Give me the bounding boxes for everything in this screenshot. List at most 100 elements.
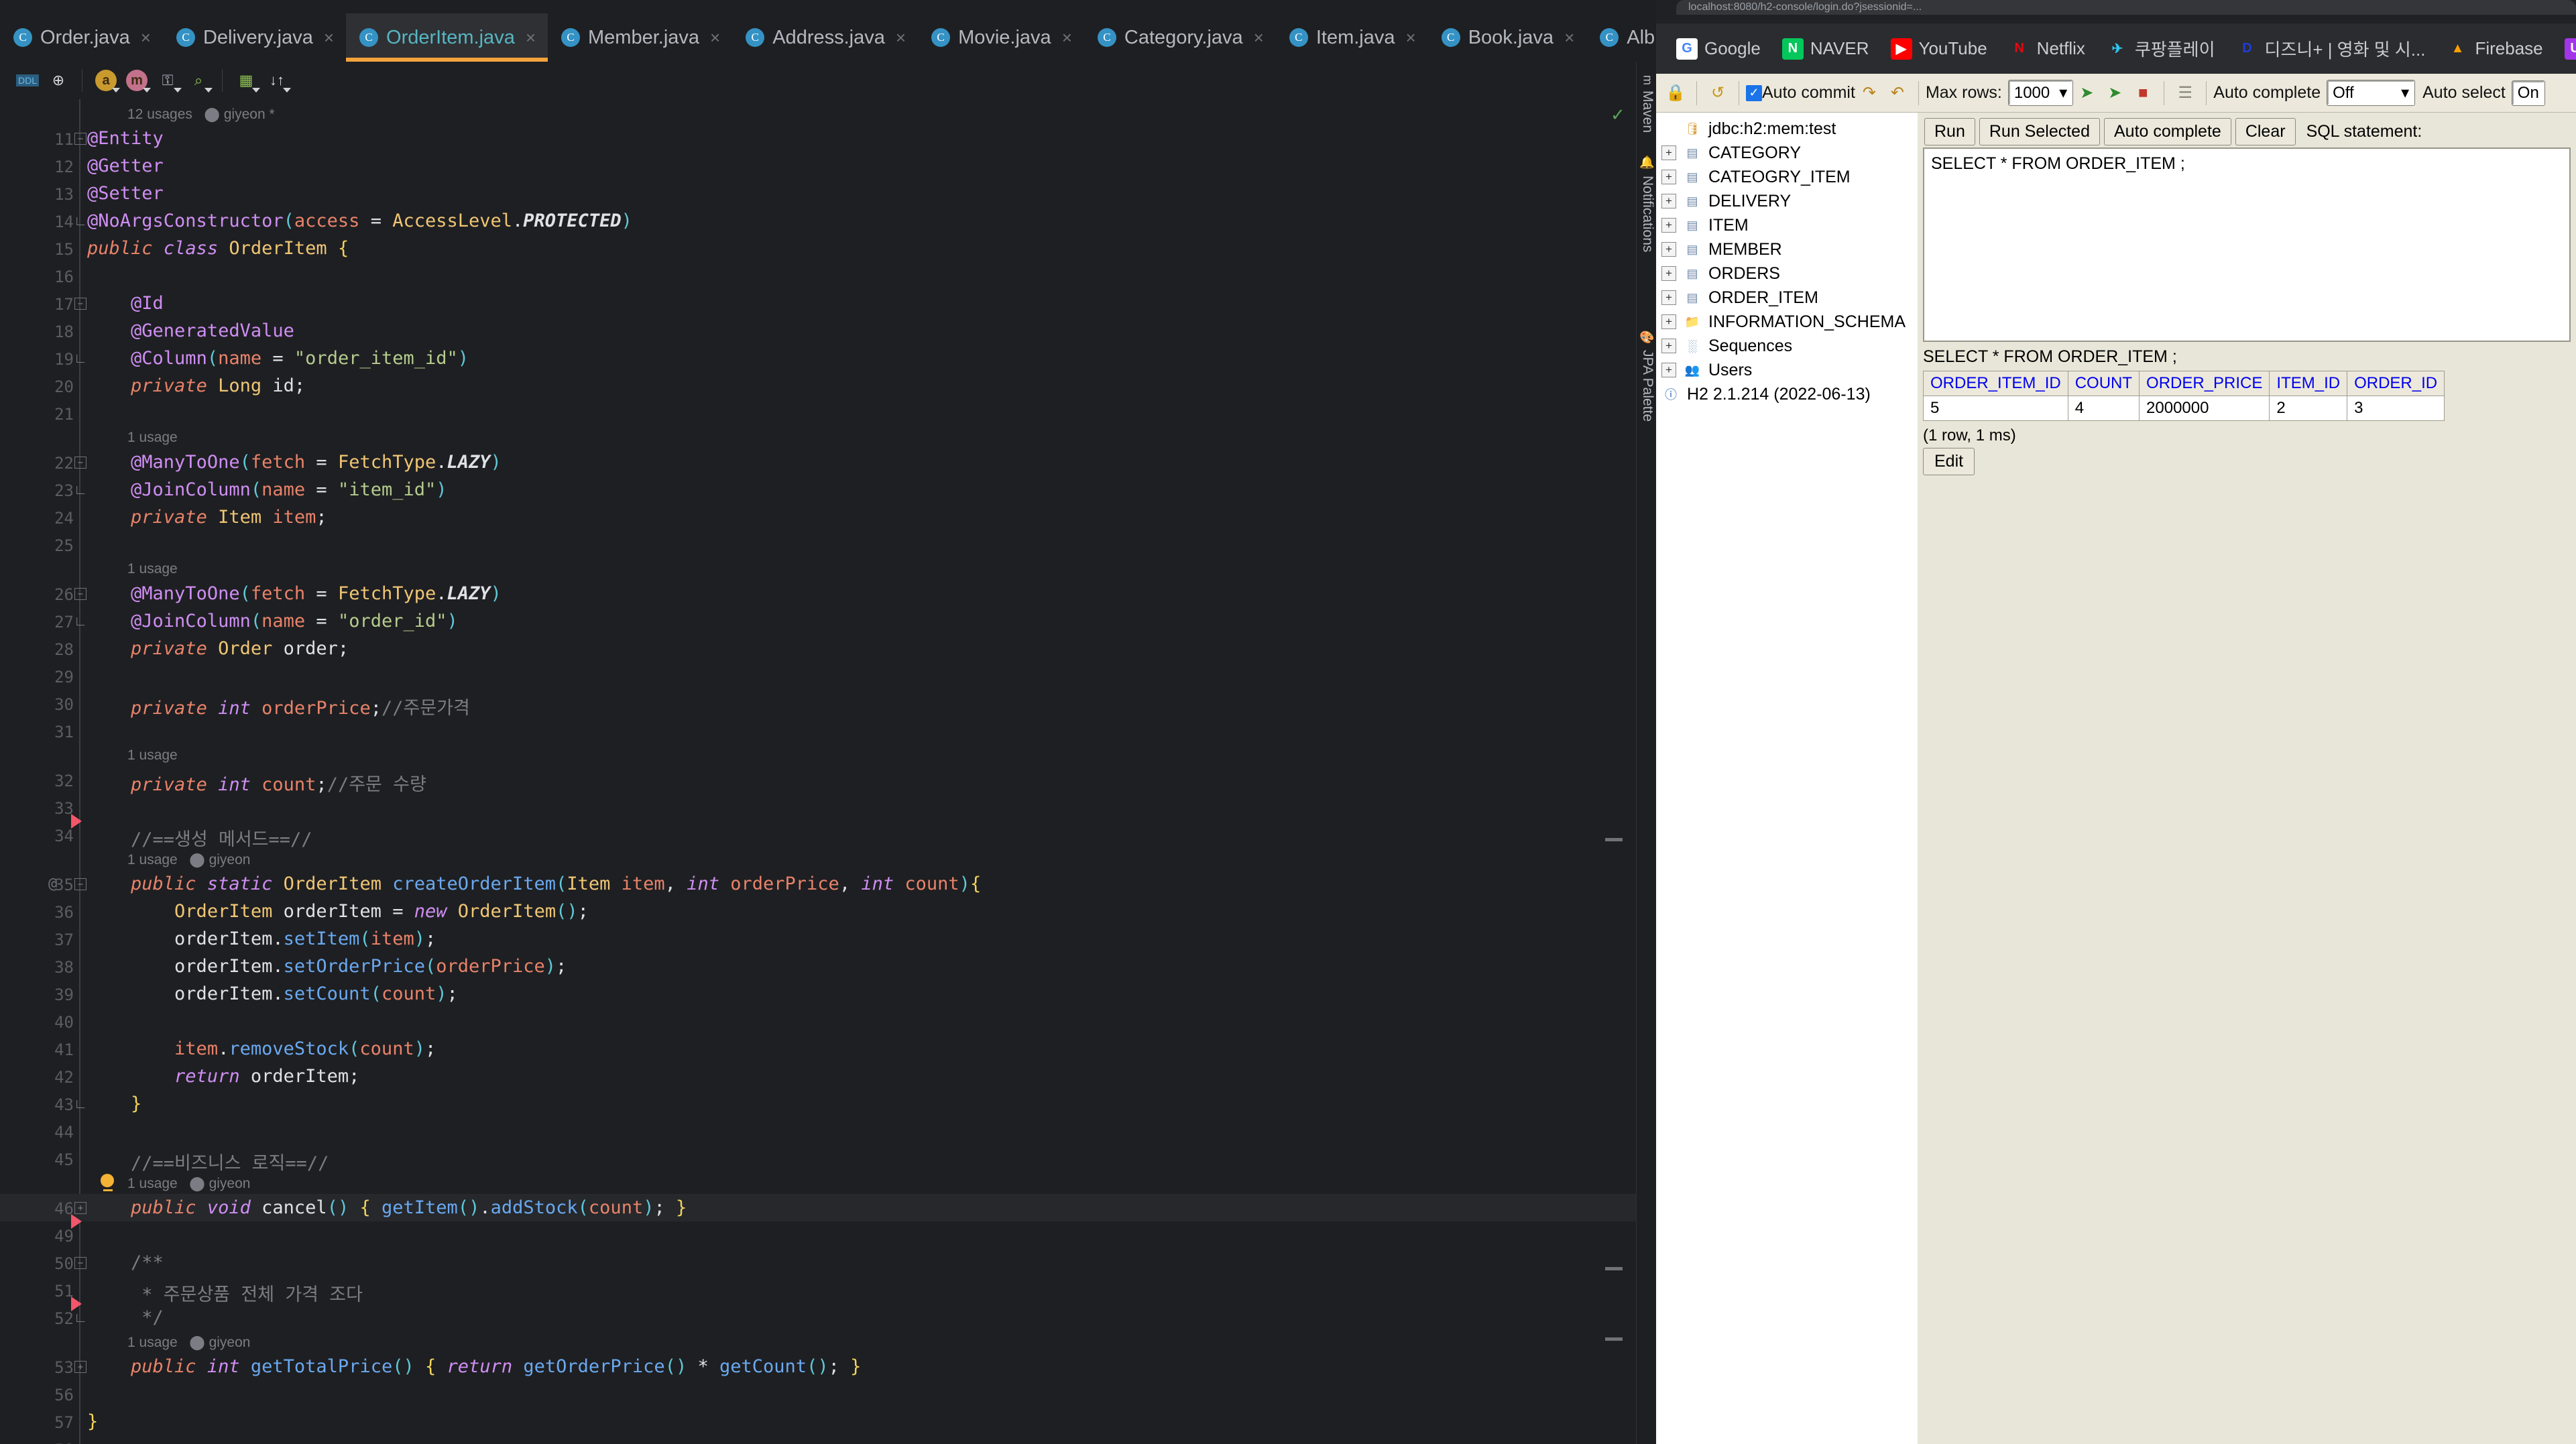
sort-updown-icon[interactable]: ↓↑ <box>261 67 292 94</box>
code-line[interactable]: 29 <box>0 662 1636 690</box>
code-fold-minus-icon[interactable]: − <box>72 586 89 602</box>
expand-icon[interactable]: + <box>1661 242 1676 257</box>
primary-key-icon[interactable]: ⚿ <box>152 67 183 94</box>
tree-node-orders[interactable]: + ▤ ORDERS <box>1661 261 1918 286</box>
chevron-down-icon[interactable] <box>112 88 120 93</box>
code-vision-hint[interactable]: 1 usage <box>127 747 178 764</box>
code-line[interactable]: 21 <box>0 400 1636 427</box>
commit-icon[interactable]: ↷ <box>1855 79 1883 107</box>
bookmark-naver[interactable]: N NAVER <box>1771 38 1880 60</box>
code-fold-minus-icon[interactable]: − <box>72 455 89 471</box>
tree-node-member[interactable]: + ▤ MEMBER <box>1661 237 1918 261</box>
close-icon[interactable]: × <box>324 27 334 48</box>
tree-node-item[interactable]: + ▤ ITEM <box>1661 213 1918 237</box>
expand-icon[interactable]: + <box>1661 290 1676 305</box>
code-line[interactable]: 41 item.removeStock(count); <box>0 1035 1636 1063</box>
chevron-down-icon[interactable] <box>204 88 213 93</box>
code-line[interactable]: 42 return orderItem; <box>0 1063 1636 1090</box>
code-line[interactable]: 18 @GeneratedValue <box>0 317 1636 345</box>
code-fold-end-icon[interactable]: ∟ <box>72 351 89 367</box>
code-line[interactable]: 31 <box>0 717 1636 745</box>
expand-icon[interactable]: + <box>1661 266 1676 281</box>
code-line[interactable]: 24 private Item item; <box>0 503 1636 531</box>
code-vision-hint[interactable]: 1 usage <box>127 430 178 446</box>
expand-icon[interactable]: + <box>1661 145 1676 160</box>
code-line[interactable]: 15 public class OrderItem { <box>0 235 1636 262</box>
code-line[interactable]: 23 ∟ @JoinColumn(name = "item_id") <box>0 476 1636 503</box>
expand-icon[interactable]: + <box>1661 218 1676 233</box>
bookmark-youtube[interactable]: ▶ YouTube <box>1880 38 1998 60</box>
code-line[interactable]: 19 ∟ @Column(name = "order_item_id") <box>0 345 1636 372</box>
chevron-down-icon[interactable] <box>283 88 291 93</box>
chevron-down-icon[interactable] <box>174 88 182 93</box>
edit-button[interactable]: Edit <box>1923 448 1975 475</box>
code-line[interactable]: 36 OrderItem orderItem = new OrderItem()… <box>0 898 1636 925</box>
code-fold-end-icon[interactable]: ∟ <box>72 482 89 498</box>
stop-icon[interactable]: ■ <box>2129 79 2157 107</box>
code-line[interactable]: 26− @ManyToOne(fetch = FetchType.LAZY) <box>0 580 1636 607</box>
code-line[interactable]: 16 <box>0 262 1636 290</box>
intention-bulb-icon[interactable] <box>101 1174 115 1191</box>
address-bar[interactable]: localhost:8080/h2-console/login.do?jsess… <box>1676 0 2576 15</box>
chevron-down-icon[interactable] <box>252 88 260 93</box>
code-fold-minus-icon[interactable]: − <box>72 131 89 147</box>
mappings-m-icon[interactable]: m <box>121 67 152 94</box>
bookmark-[interactable]: ✈ 쿠팡플레이 <box>2096 36 2226 61</box>
code-line[interactable]: 57} <box>0 1408 1636 1435</box>
code-line[interactable]: 13 @Setter <box>0 180 1636 207</box>
code-line[interactable]: 40 <box>0 1008 1636 1035</box>
code-line[interactable]: 50− /** <box>0 1249 1636 1276</box>
bookmark-firebase[interactable]: ▲ Firebase <box>2436 38 2553 60</box>
code-line[interactable]: 44 <box>0 1118 1636 1145</box>
close-icon[interactable]: × <box>896 27 906 48</box>
run-selected-arrow-icon[interactable]: ➤ <box>2101 79 2129 107</box>
refresh-icon[interactable]: ↺ <box>1704 79 1732 107</box>
close-icon[interactable]: × <box>1254 27 1264 48</box>
code-vision-hint[interactable]: 12 usages ⬤ giyeon * <box>127 106 275 123</box>
code-line[interactable]: 53 + public int getTotalPrice() { return … <box>0 1353 1636 1380</box>
close-icon[interactable]: × <box>1564 27 1574 48</box>
code-line[interactable]: 12 @Getter <box>0 152 1636 180</box>
editor-tab-member-java[interactable]: C Member.java × <box>548 13 732 62</box>
editor-tab-order-java[interactable]: C Order.java × <box>0 13 163 62</box>
code-line[interactable]: 37 orderItem.setItem(item); <box>0 925 1636 953</box>
clear-icon[interactable]: ☰ <box>2171 79 2199 107</box>
tree-node-information_schema[interactable]: + 📁 INFORMATION_SCHEMA <box>1661 310 1918 334</box>
bookmark-[interactable]: U유데 <box>2554 36 2576 61</box>
auto-commit-checkbox[interactable]: ✓ <box>1746 84 1762 101</box>
code-line[interactable]: 52 ∟ */ <box>0 1304 1636 1331</box>
tree-node-delivery[interactable]: + ▤ DELIVERY <box>1661 189 1918 213</box>
code-line[interactable]: 32 private int count;//주문 수량 <box>0 766 1636 795</box>
code-line[interactable]: 27 ∟ @JoinColumn(name = "order_id") <box>0 607 1636 635</box>
code-fold-end-icon[interactable]: ∟ <box>72 1310 89 1326</box>
editor-tab-item-java[interactable]: C Item.java × <box>1276 13 1428 62</box>
generate-ddl-icon[interactable]: DDL <box>12 67 43 94</box>
code-line[interactable]: 33 <box>0 794 1636 829</box>
bookmark-google[interactable]: G Google <box>1665 38 1771 60</box>
bookmark-netflix[interactable]: N Netflix <box>1998 38 2096 60</box>
code-vision-hint[interactable]: 1 usage <box>127 561 178 577</box>
run-button[interactable]: Run <box>1924 118 1975 145</box>
code-line[interactable]: 22− @ManyToOne(fetch = FetchType.LAZY) <box>0 448 1636 476</box>
close-icon[interactable]: × <box>1062 27 1072 48</box>
tool-window-maven[interactable]: m Maven <box>1639 75 1655 133</box>
code-vision-hint[interactable]: 1 usage ⬤ giyeon <box>127 1175 250 1192</box>
code-line[interactable]: 56 <box>0 1380 1636 1408</box>
override-marker-icon[interactable]: @ <box>48 876 57 892</box>
tool-window-jpa-palette[interactable]: 🎨 JPA Palette <box>1639 330 1655 422</box>
code-line[interactable]: 14 ∟ @NoArgsConstructor(access = AccessLev… <box>0 207 1636 235</box>
persistence-table-icon[interactable]: ▦ <box>231 67 261 94</box>
code-fold-end-icon[interactable]: ∟ <box>72 213 89 229</box>
code-fold-end-icon[interactable]: ∟ <box>72 1096 89 1112</box>
sql-input[interactable]: SELECT * FROM ORDER_ITEM ; <box>1923 147 2571 342</box>
code-vision-hint[interactable]: 1 usage ⬤ giyeon <box>127 1334 250 1351</box>
code-line[interactable]: 49 <box>0 1221 1636 1249</box>
auto-complete-button[interactable]: Auto complete <box>2103 118 2231 145</box>
auto-select-select[interactable]: On <box>2512 80 2544 105</box>
rollback-icon[interactable]: ↶ <box>1883 79 1912 107</box>
code-editor[interactable]: 12 usages ⬤ giyeon * 11− @Entity 12 @Getter 1… <box>0 99 1636 1444</box>
code-fold-plus-icon[interactable]: + <box>72 1359 89 1375</box>
code-vision-hint[interactable]: 1 usage ⬤ giyeon <box>127 851 250 868</box>
annotations-a-icon[interactable]: a <box>91 67 121 94</box>
editor-tab-address-java[interactable]: C Address.java × <box>732 13 918 62</box>
